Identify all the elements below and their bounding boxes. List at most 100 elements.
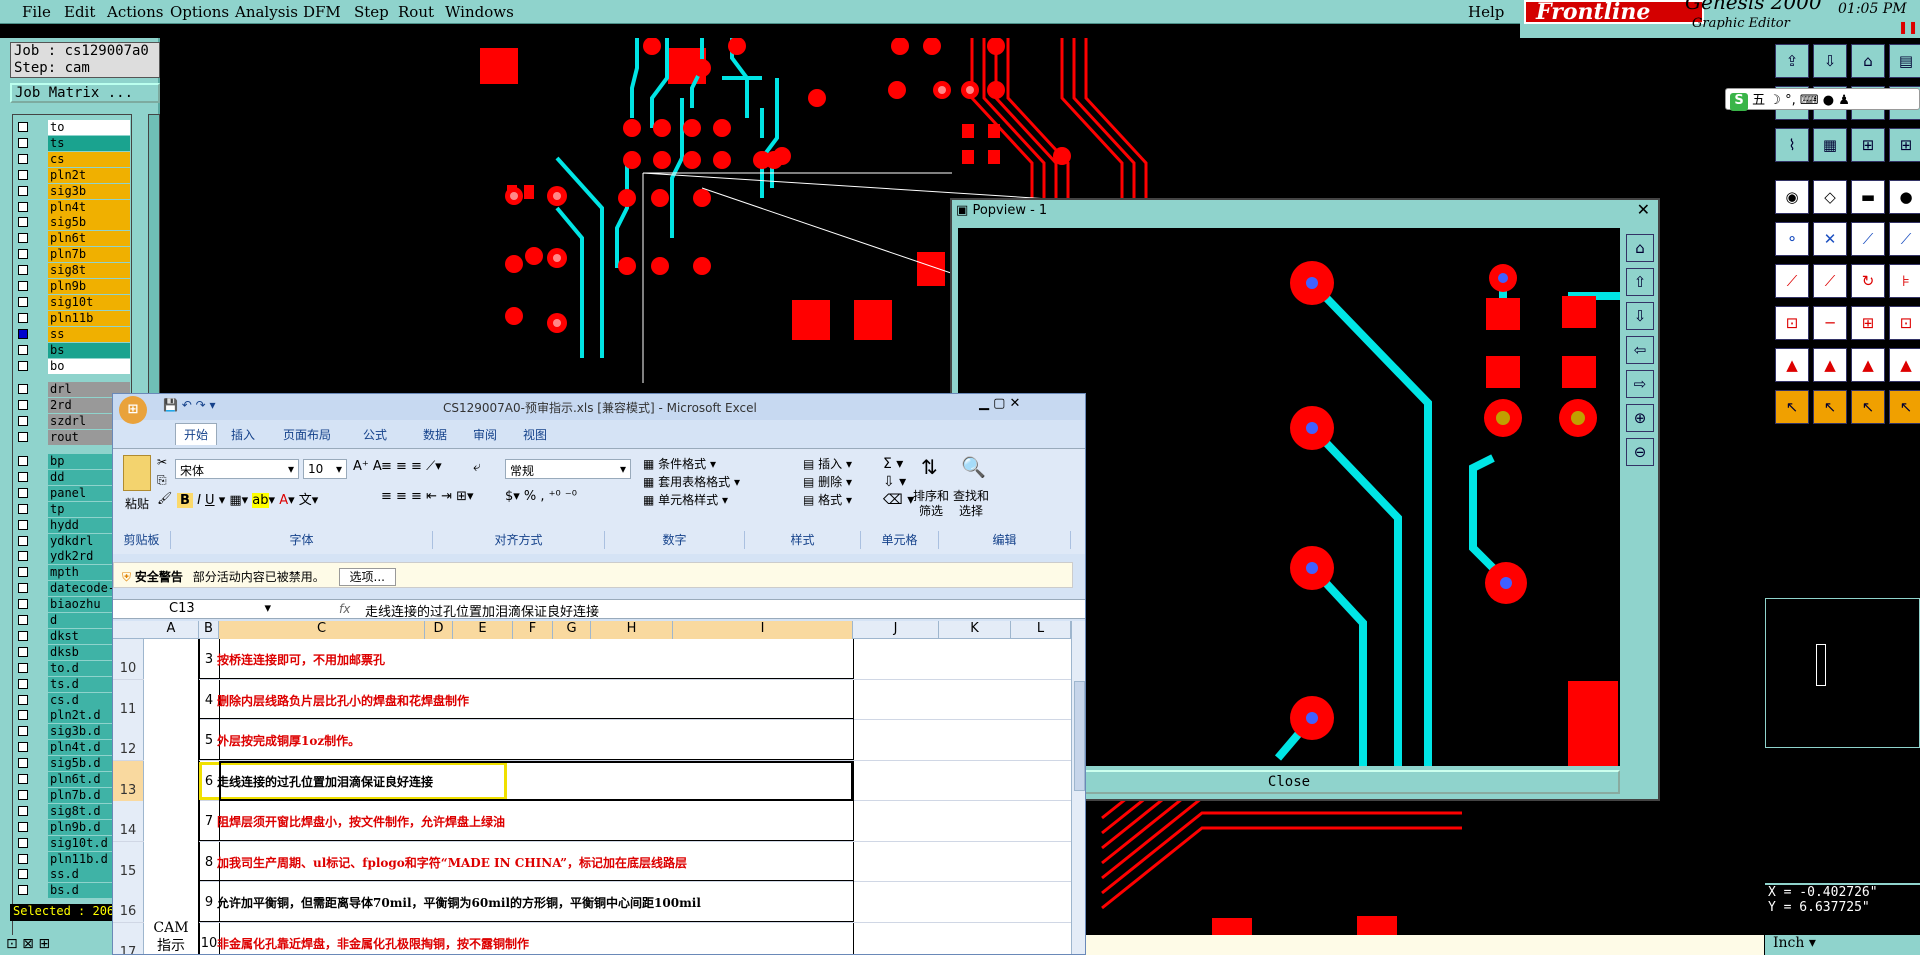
font-size-box[interactable]: 10 ▾ — [303, 459, 347, 479]
layer-name[interactable]: bo — [48, 358, 130, 374]
layer-checkbox[interactable] — [18, 344, 28, 355]
column-header[interactable]: I — [673, 621, 853, 639]
column-header[interactable]: L — [1011, 621, 1071, 639]
table-row[interactable]: 10 3 按桥连连接即可，不用加邮票孔 — [113, 639, 1071, 680]
column-header[interactable]: K — [939, 621, 1011, 639]
excel-titlebar[interactable]: ⊞ 💾 ↶ ↷ ▾ CS129007A0-预审指示.xls [兼容模式] - M… — [113, 394, 1085, 424]
ribbon-tab[interactable]: 视图 — [523, 426, 547, 443]
layer-checkbox[interactable] — [18, 837, 28, 848]
cells-menu-item[interactable]: ▤ 格式 ▾ — [803, 491, 852, 509]
menu-edit[interactable]: Edit — [64, 3, 95, 21]
tool-button-icon[interactable]: ⟋ — [1851, 222, 1885, 256]
layer-name[interactable]: sig8t — [48, 263, 130, 279]
row-number[interactable]: 14 — [113, 801, 144, 841]
step-number[interactable]: 7 — [199, 814, 219, 829]
name-box[interactable]: C13 ▾ — [117, 601, 271, 618]
row-number[interactable]: 11 — [113, 679, 144, 720]
tool-button-icon[interactable]: ⟋ — [1813, 264, 1847, 298]
column-header[interactable]: E — [453, 621, 513, 639]
tool-button-icon[interactable]: ⚬ — [1775, 222, 1809, 256]
layer-checkbox[interactable] — [18, 789, 28, 800]
number-format-box[interactable]: 常规 ▾ — [505, 459, 631, 479]
row-number[interactable]: 15 — [113, 841, 144, 882]
instruction-cell[interactable]: 按桥连连接即可，不用加邮票孔 — [217, 651, 385, 668]
column-header[interactable]: G — [553, 621, 591, 639]
layer-checkbox[interactable] — [18, 265, 28, 276]
popview-titlebar[interactable]: ▣ Popview - 1 ✕ — [952, 200, 1658, 222]
layer-checkbox[interactable] — [18, 217, 28, 228]
tool-button-icon[interactable]: ✕ — [1813, 222, 1847, 256]
row-number[interactable]: 12 — [113, 720, 144, 760]
table-row[interactable]: 11 4 删除内层线路负片层比孔小的焊盘和花焊盘制作 — [113, 679, 1071, 720]
tool-button-icon[interactable]: ▦ — [1813, 128, 1847, 162]
menu-actions[interactable]: Actions — [107, 3, 163, 21]
bottom-tool-icons[interactable]: ⊡ ⊠ ⊞ — [6, 936, 50, 952]
ribbon-tab[interactable]: 开始 — [175, 423, 218, 445]
row-number[interactable]: 16 — [113, 882, 144, 922]
layer-row[interactable]: to — [18, 120, 130, 135]
cells-menu-item[interactable]: ▤ 插入 ▾ — [803, 455, 852, 473]
row-number[interactable]: 10 — [113, 639, 144, 679]
instruction-cell[interactable]: 删除内层线路负片层比孔小的焊盘和花焊盘制作 — [217, 692, 469, 709]
table-row[interactable]: 14 7 阻焊层须开窗比焊盘小，按文件制作，允许焊盘上绿油 — [113, 801, 1071, 842]
layer-checkbox[interactable] — [18, 487, 28, 498]
layer-checkbox[interactable] — [18, 169, 28, 180]
section-label[interactable]: CAM 指示 — [144, 639, 199, 954]
layer-checkbox[interactable] — [18, 694, 28, 705]
layer-checkbox[interactable] — [18, 519, 28, 530]
layer-name[interactable]: cs — [48, 151, 130, 167]
vertical-scrollbar[interactable] — [1071, 621, 1085, 954]
menu-file[interactable]: File — [22, 3, 51, 21]
formula-input[interactable]: 走线连接的过孔位置加泪滴保证良好连接 — [365, 601, 599, 620]
tool-button-icon[interactable]: ⇪ — [1775, 44, 1809, 78]
instruction-cell[interactable]: 加我司生产周期、ul标记、fplogo和字符“MADE IN CHINA”，标记… — [217, 854, 687, 871]
tool-button-icon[interactable]: ↖ — [1851, 390, 1885, 424]
layer-checkbox[interactable] — [18, 360, 28, 371]
layer-row[interactable]: cs — [18, 151, 130, 167]
fx-icon[interactable]: fx — [339, 602, 350, 616]
tool-button-icon[interactable]: ⊞ — [1851, 306, 1885, 340]
step-number[interactable]: 9 — [199, 895, 219, 910]
align-icons[interactable]: ≡ ≡ ≡ ⇤ ⇥ ⊞▾ — [381, 489, 474, 504]
layer-row[interactable]: sig10t — [18, 294, 130, 310]
layer-checkbox[interactable] — [18, 281, 28, 291]
tool-button-icon[interactable]: ↻ — [1851, 264, 1885, 298]
tool-button-icon[interactable]: ⟋ — [1889, 222, 1920, 256]
column-header[interactable]: B — [199, 621, 219, 639]
layer-row[interactable]: pln9b — [18, 279, 130, 294]
pv-home-icon[interactable]: ⌂ — [1626, 234, 1654, 262]
view-rect[interactable] — [1816, 644, 1826, 686]
tool-button-icon[interactable]: ⌂ — [1851, 44, 1885, 78]
column-header[interactable]: C — [219, 621, 425, 639]
tool-button-icon[interactable]: ◉ — [1775, 180, 1809, 214]
layer-name[interactable]: sig3b — [48, 183, 130, 199]
layer-checkbox[interactable] — [18, 471, 28, 482]
layer-checkbox[interactable] — [18, 328, 28, 339]
format-icons[interactable]: B I U ▾ ▦▾ ab▾ A▾ 文▾ — [177, 489, 318, 508]
tool-button-icon[interactable]: ● — [1889, 180, 1920, 214]
step-number[interactable]: 3 — [199, 652, 219, 667]
tool-button-icon[interactable]: ⊡ — [1889, 306, 1920, 340]
ribbon-tab[interactable]: 页面布局 — [283, 426, 331, 443]
instruction-cell[interactable]: 阻焊层须开窗比焊盘小，按文件制作，允许焊盘上绿油 — [217, 813, 505, 830]
column-header[interactable]: F — [513, 621, 553, 639]
layer-checkbox[interactable] — [18, 456, 28, 466]
layer-name[interactable]: pln9b — [48, 279, 130, 294]
ribbon-tab[interactable]: 插入 — [231, 426, 255, 443]
quick-access-icons[interactable]: 💾 ↶ ↷ ▾ — [163, 398, 216, 412]
ribbon-tab[interactable]: 数据 — [423, 426, 447, 443]
tool-button-icon[interactable]: ⌇ — [1775, 128, 1809, 162]
layer-checkbox[interactable] — [18, 122, 28, 132]
tool-button-icon[interactable]: ▲ — [1851, 348, 1885, 382]
layer-checkbox[interactable] — [18, 185, 28, 196]
layer-name[interactable]: pln11b — [48, 310, 130, 326]
layer-checkbox[interactable] — [18, 535, 28, 546]
table-row[interactable]: 15 8 加我司生产周期、ul标记、fplogo和字符“MADE IN CHINA”… — [113, 841, 1071, 882]
clipboard-icons[interactable]: ✂ ⎘ 🖌 — [157, 453, 172, 507]
tool-button-icon[interactable]: ─ — [1813, 306, 1847, 340]
layer-checkbox[interactable] — [18, 137, 28, 148]
instruction-cell[interactable]: 允许加平衡铜，但需距离导体70mil，平衡铜为60mil的方形铜，平衡铜中心间距… — [217, 894, 701, 911]
tool-button-icon[interactable]: ⊞ — [1889, 128, 1920, 162]
menu-windows[interactable]: Windows — [445, 3, 514, 21]
number-icons[interactable]: $▾ % , ⁺⁰ ⁻⁰ — [505, 489, 577, 504]
